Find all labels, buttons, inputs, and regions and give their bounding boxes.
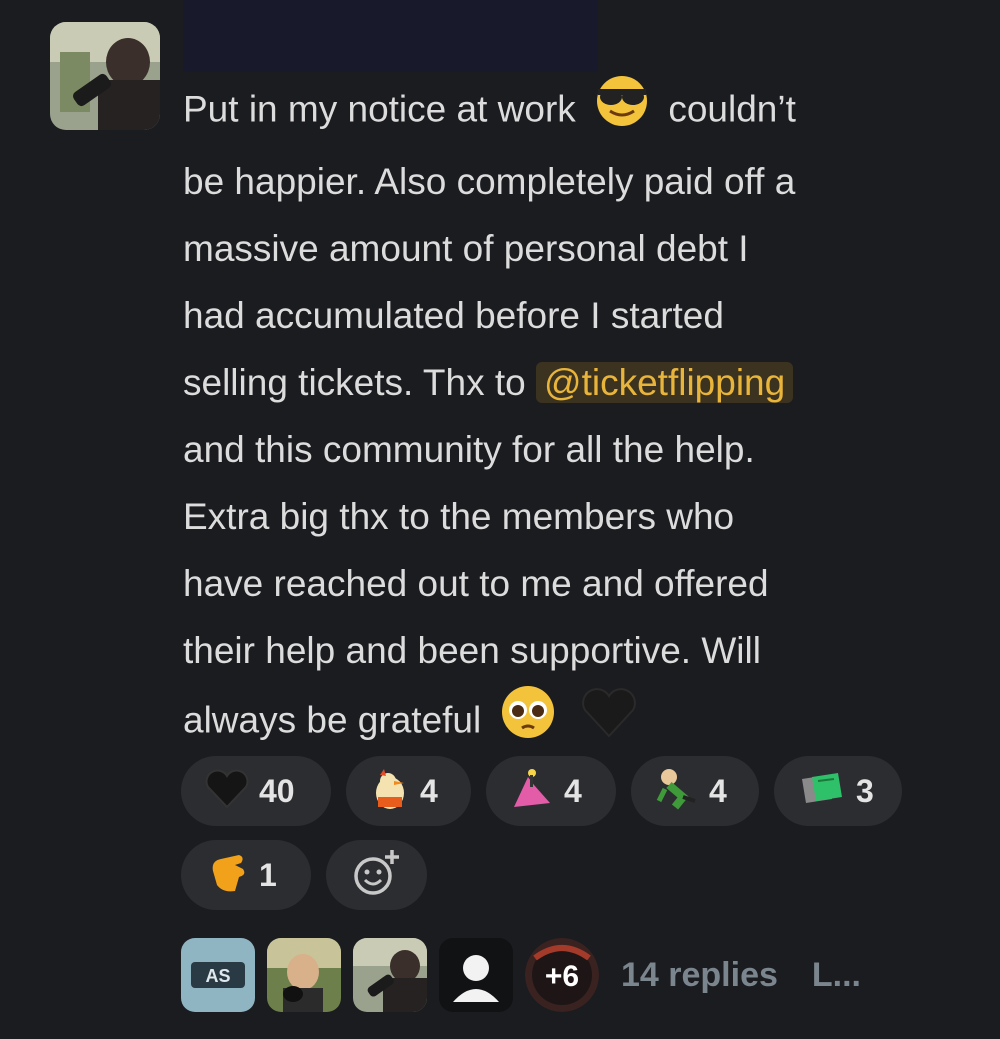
add-emoji-icon xyxy=(351,848,403,903)
reaction-row: 40 4 4 4 3 xyxy=(181,756,941,826)
participant-avatar[interactable] xyxy=(439,938,513,1012)
pink-creature-emoji-icon xyxy=(510,767,554,816)
running-guy-emoji-icon xyxy=(655,767,699,816)
message-line: and this community for all the help. xyxy=(183,429,755,470)
black-heart-icon xyxy=(205,769,249,814)
reactions-bar: 40 4 4 4 3 1 xyxy=(181,756,941,924)
reaction-chip[interactable]: 4 xyxy=(486,756,616,826)
user-mention[interactable]: @ticketflipping xyxy=(536,362,794,403)
message-text: always be grateful xyxy=(183,699,482,741)
pleading-face-emoji xyxy=(498,684,558,761)
message-body: Put in my notice at work couldn’t be hap… xyxy=(183,75,973,761)
reaction-chip[interactable]: 4 xyxy=(346,756,471,826)
last-reply-text: L... xyxy=(811,955,861,994)
message-line: had accumulated before I started xyxy=(183,295,724,336)
sunglasses-emoji xyxy=(592,75,652,148)
message-line: their help and been supportive. Will xyxy=(183,630,761,671)
redacted-username xyxy=(183,0,598,72)
message-text: Put in my notice at work xyxy=(183,88,576,130)
message-line: always be grateful xyxy=(183,684,973,761)
reaction-row: 1 xyxy=(181,840,941,910)
waving-hand-emoji-icon xyxy=(205,851,249,900)
reaction-count: 4 xyxy=(709,772,727,809)
replies-count-link[interactable]: 14 replies xyxy=(621,956,778,995)
reaction-count: 40 xyxy=(259,772,295,809)
message-text: couldn’t xyxy=(668,88,796,130)
reaction-count: 4 xyxy=(564,772,582,809)
participant-avatar[interactable]: AS xyxy=(181,938,255,1012)
reaction-count: 3 xyxy=(856,772,874,809)
chicken-emoji-icon xyxy=(370,767,410,816)
more-participants-count: +6 xyxy=(545,960,579,993)
reaction-chip[interactable]: 40 xyxy=(181,756,331,826)
participant-avatar[interactable] xyxy=(267,938,341,1012)
message-line: be happier. Also completely paid off a xyxy=(183,161,796,202)
reaction-count: 1 xyxy=(259,856,277,893)
reaction-chip[interactable]: 3 xyxy=(774,756,902,826)
message-line: massive amount of personal debt I xyxy=(183,228,749,269)
black-heart-emoji xyxy=(580,686,638,759)
message-line: have reached out to me and offered xyxy=(183,563,769,604)
avatar-logo-text: AS xyxy=(205,966,230,986)
reaction-chip[interactable]: 1 xyxy=(181,840,311,910)
thread-summary[interactable]: AS +6 14 replies L... xyxy=(181,938,861,1012)
participant-avatar[interactable] xyxy=(353,938,427,1012)
message-line: selling tickets. Thx to @ticketflipping xyxy=(183,349,973,416)
message-text: selling tickets. Thx to xyxy=(183,362,526,403)
message-line: Put in my notice at work couldn’t xyxy=(183,75,973,148)
author-avatar[interactable] xyxy=(50,22,160,130)
message-line: Extra big thx to the members who xyxy=(183,496,735,537)
more-participants-avatar[interactable]: +6 xyxy=(525,938,599,1012)
add-reaction-button[interactable] xyxy=(326,840,427,910)
reaction-count: 4 xyxy=(420,772,438,809)
reaction-chip[interactable]: 4 xyxy=(631,756,759,826)
money-stack-emoji-icon xyxy=(798,769,846,814)
